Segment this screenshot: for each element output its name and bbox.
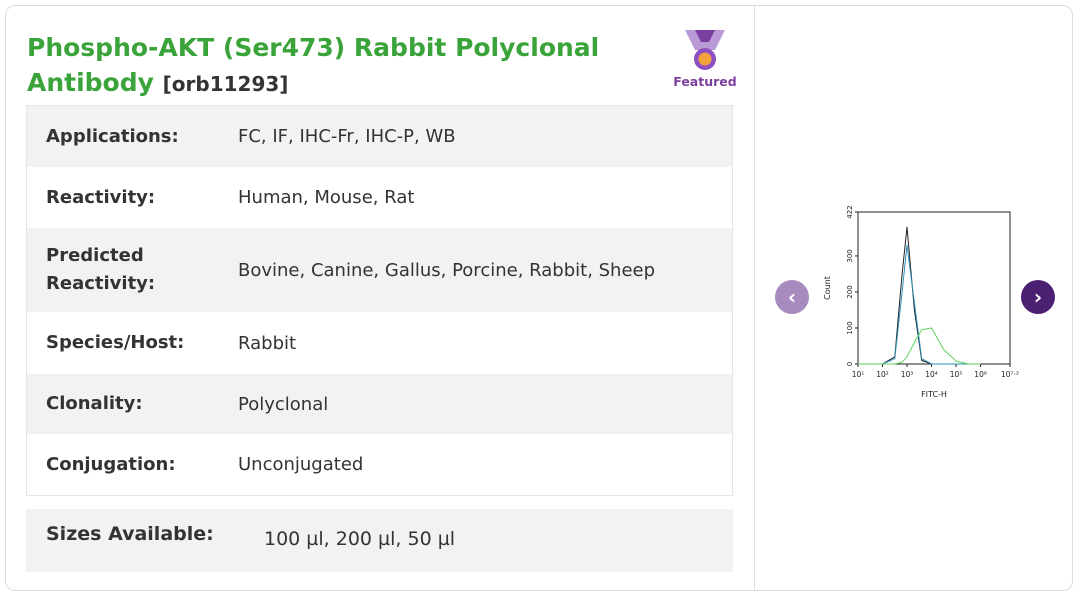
y-tick-label: 422 bbox=[846, 205, 854, 218]
x-tick-label: 10⁴ bbox=[925, 370, 938, 379]
y-tick-label: 300 bbox=[846, 249, 854, 262]
spec-row-species-host: Species/Host: Rabbit bbox=[27, 312, 732, 374]
x-tick-label: 10¹ bbox=[852, 370, 865, 379]
spec-row-reactivity: Reactivity: Human, Mouse, Rat bbox=[27, 167, 732, 228]
chevron-right-icon: › bbox=[1033, 285, 1043, 309]
spec-row-applications: Applications: FC, IF, IHC-Fr, IHC-P, WB bbox=[27, 106, 732, 167]
y-tick-label: 200 bbox=[846, 285, 854, 298]
product-name[interactable]: Phospho-AKT (Ser473) Rabbit Polyclonal A… bbox=[27, 33, 599, 97]
x-tick-label: 10⁶ bbox=[974, 370, 987, 379]
spec-label: Species/Host: bbox=[46, 332, 185, 353]
x-tick-label: 10⁵ bbox=[950, 370, 963, 379]
product-card: Phospho-AKT (Ser473) Rabbit Polyclonal A… bbox=[5, 5, 1073, 591]
spec-value: Bovine, Canine, Gallus, Porcine, Rabbit,… bbox=[238, 259, 656, 281]
sizes-label: Sizes Available: bbox=[46, 523, 214, 545]
spec-label: Applications: bbox=[46, 125, 179, 147]
spec-row-conjugation: Conjugation: Unconjugated bbox=[27, 434, 732, 495]
spec-label: Predicted Reactivity: bbox=[46, 245, 156, 294]
x-tick-label: 10³ bbox=[901, 370, 914, 379]
product-title[interactable]: Phospho-AKT (Ser473) Rabbit Polyclonal A… bbox=[27, 30, 627, 102]
y-tick-label: 100 bbox=[846, 321, 854, 334]
gallery-next-button[interactable]: › bbox=[1021, 280, 1055, 314]
product-sku: [orb11293] bbox=[162, 72, 289, 96]
y-tick-label: 0 bbox=[846, 362, 854, 366]
sizes-available: Sizes Available: 100 µl, 200 µl, 50 µl bbox=[26, 509, 733, 572]
flow-cytometry-histogram[interactable]: 0 100 200 300 422 10¹ 10² 10³ 10⁴ 10⁵ 10⁶ 10⁷·² Co… bbox=[813, 204, 1023, 404]
featured-label: Featured bbox=[673, 74, 737, 89]
spec-row-predicted-reactivity: Predicted Reactivity: Bovine, Canine, Ga… bbox=[27, 228, 732, 312]
x-axis-label: FITC-H bbox=[921, 390, 947, 399]
medal-icon bbox=[685, 30, 725, 70]
spec-value: Polyclonal bbox=[238, 393, 329, 415]
y-axis-label: Count bbox=[823, 276, 832, 300]
chevron-left-icon: ‹ bbox=[787, 285, 797, 309]
spec-label: Reactivity: bbox=[46, 186, 156, 208]
x-tick-label: 10² bbox=[876, 370, 889, 379]
spec-value: FC, IF, IHC-Fr, IHC-P, WB bbox=[238, 126, 456, 147]
spec-value: Rabbit bbox=[238, 332, 297, 354]
featured-badge: Featured bbox=[670, 26, 740, 89]
gallery-prev-button[interactable]: ‹ bbox=[775, 280, 809, 314]
x-tick-label: 10⁷·² bbox=[1001, 370, 1019, 379]
specs-table: Applications: FC, IF, IHC-Fr, IHC-P, WB … bbox=[26, 105, 733, 496]
plot-frame bbox=[857, 211, 1011, 365]
spec-label: Clonality: bbox=[46, 393, 143, 414]
spec-value: Unconjugated bbox=[238, 454, 364, 475]
product-details: Phospho-AKT (Ser473) Rabbit Polyclonal A… bbox=[6, 6, 754, 590]
spec-row-clonality: Clonality: Polyclonal bbox=[27, 374, 732, 434]
image-gallery: ‹ 0 100 200 300 422 10¹ 10² 10³ 10⁴ 10⁵ 10⁶ 10⁷·² … bbox=[754, 6, 1072, 590]
sizes-value: 100 µl, 200 µl, 50 µl bbox=[264, 528, 456, 550]
spec-label: Conjugation: bbox=[46, 453, 176, 475]
spec-value: Human, Mouse, Rat bbox=[238, 187, 415, 208]
